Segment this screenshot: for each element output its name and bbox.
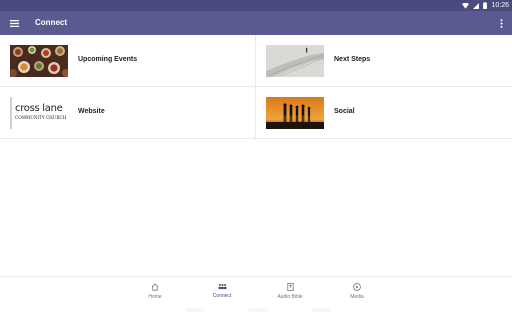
food-table-photo	[10, 45, 68, 77]
signal-icon	[473, 2, 480, 9]
bottom-navigation: Home Connect Audio Bible Media	[0, 276, 512, 320]
tile-social[interactable]: Social	[256, 87, 512, 139]
tile-label: Next Steps	[334, 56, 371, 63]
logo-line-1: cross lane	[15, 103, 63, 114]
app-bar: Connect	[0, 11, 512, 35]
nav-media[interactable]: Media	[327, 277, 387, 307]
book-icon	[286, 283, 294, 291]
hamburger-menu-icon	[9, 19, 19, 27]
tile-label: Upcoming Events	[78, 56, 138, 63]
nav-label: Media	[350, 294, 364, 300]
people-icon	[217, 283, 227, 290]
tile-label: Social	[334, 108, 355, 115]
status-time: 10:26	[491, 2, 509, 9]
nav-connect[interactable]: Connect	[192, 277, 252, 307]
home-icon	[151, 283, 159, 291]
menu-button[interactable]	[6, 15, 22, 31]
tile-website[interactable]: cross lane COMMUNITY CHURCH Website	[0, 87, 256, 139]
system-nav-hint	[311, 308, 331, 312]
more-options-button[interactable]	[494, 15, 508, 31]
wifi-icon	[462, 2, 470, 9]
sunset-silhouettes-photo	[266, 97, 324, 129]
staircase-photo	[266, 45, 324, 77]
system-nav-hint	[248, 308, 268, 312]
nav-audio-bible[interactable]: Audio Bible	[260, 277, 320, 307]
tile-label: Website	[78, 108, 105, 115]
battery-icon	[483, 2, 488, 9]
nav-home[interactable]: Home	[125, 277, 185, 307]
system-nav-hint	[185, 308, 205, 312]
more-vert-icon	[500, 18, 502, 28]
play-circle-icon	[353, 283, 361, 291]
crosslane-logo: cross lane COMMUNITY CHURCH	[10, 97, 68, 129]
status-bar: 10:26	[0, 0, 512, 11]
status-icons: 10:26	[462, 1, 509, 10]
nav-label: Connect	[212, 293, 232, 299]
nav-label: Audio Bible	[277, 294, 303, 300]
page-title: Connect	[35, 18, 67, 27]
logo-line-2: COMMUNITY CHURCH	[15, 115, 67, 120]
nav-label: Home	[148, 294, 162, 300]
tile-next-steps[interactable]: Next Steps	[256, 35, 512, 87]
tile-upcoming-events[interactable]: Upcoming Events	[0, 35, 256, 87]
